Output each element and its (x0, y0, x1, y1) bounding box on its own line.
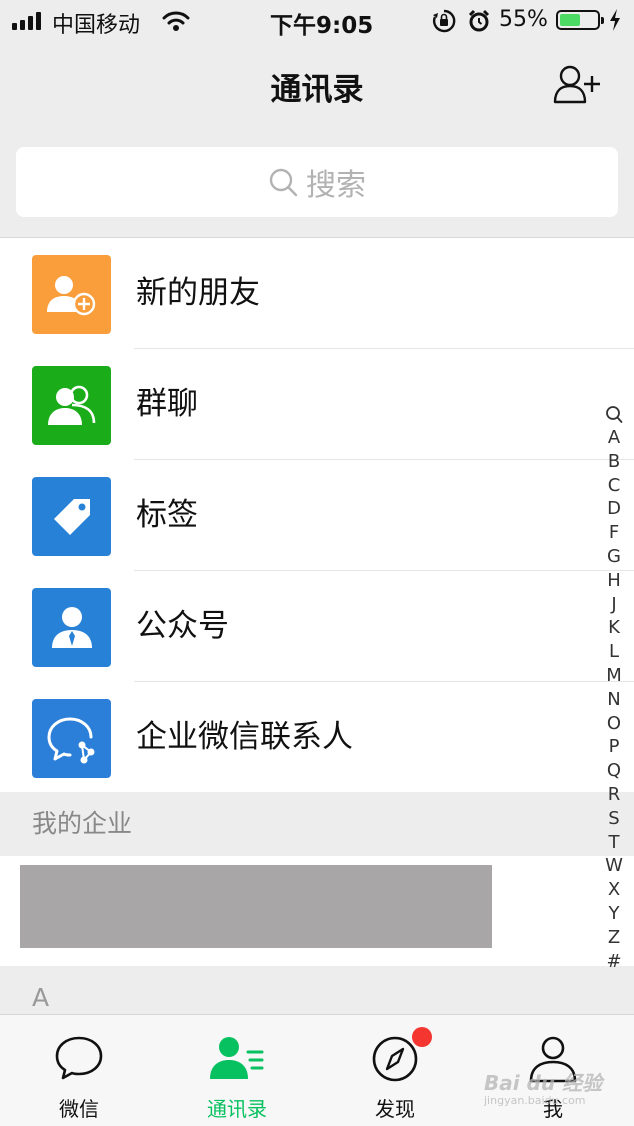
menu-label: 企业微信联系人 (136, 719, 353, 755)
rotation-lock-icon (433, 9, 456, 33)
charging-icon (610, 9, 620, 31)
tag-icon (32, 477, 111, 556)
index-letter[interactable]: L (609, 640, 619, 664)
watermark-text: Bai du 经验 (484, 1071, 603, 1095)
alarm-icon (468, 9, 490, 32)
enterprise-row[interactable] (0, 856, 634, 966)
index-letter[interactable]: P (609, 735, 620, 759)
contacts-menu: 新的朋友 群聊 标签 公众号 企业微信联系人 (0, 237, 634, 793)
index-letter[interactable]: W (605, 854, 623, 878)
index-letter[interactable]: D (607, 497, 621, 521)
wecom-icon (32, 699, 111, 778)
battery-icon (556, 10, 604, 30)
tab-discover[interactable]: 发现 (316, 1015, 474, 1126)
menu-label: 标签 (136, 497, 198, 533)
index-letter[interactable]: G (607, 545, 621, 569)
contacts-icon (210, 1037, 264, 1079)
add-contact-icon[interactable] (552, 64, 602, 104)
alphabet-index[interactable]: A B C D F G H J K L M N O P Q R S T W X Y Z # (600, 404, 628, 973)
index-letter[interactable]: S (608, 807, 619, 831)
index-letter[interactable]: N (607, 688, 620, 712)
signal-icon (12, 12, 41, 30)
new-friends-icon (32, 255, 111, 334)
official-account-icon (32, 588, 111, 667)
tab-chats[interactable]: 微信 (0, 1015, 158, 1126)
index-letter[interactable]: J (611, 593, 616, 617)
menu-item-official-accounts[interactable]: 公众号 (0, 571, 634, 682)
index-letter[interactable]: T (609, 831, 620, 855)
search-icon (269, 168, 298, 197)
menu-label: 公众号 (136, 608, 229, 644)
tab-label: 通讯录 (207, 1097, 267, 1121)
index-letter[interactable]: Z (608, 926, 620, 950)
index-letter[interactable]: M (606, 664, 622, 688)
tab-contacts[interactable]: 通讯录 (158, 1015, 316, 1126)
nav-bar: 通讯录 (0, 42, 634, 126)
chat-bubble-icon (55, 1036, 103, 1080)
menu-item-new-friends[interactable]: 新的朋友 (0, 238, 634, 349)
index-letter[interactable]: # (606, 950, 621, 974)
index-letter[interactable]: Q (607, 759, 621, 783)
index-letter[interactable]: X (608, 878, 620, 902)
menu-item-wecom-contacts[interactable]: 企业微信联系人 (0, 682, 634, 793)
index-search-icon[interactable] (605, 404, 623, 426)
group-chat-icon (32, 366, 111, 445)
page-title: 通讯录 (270, 72, 364, 108)
battery-percent: 55% (499, 7, 548, 32)
index-letter[interactable]: Y (609, 902, 620, 926)
clock: 下午9:05 (270, 13, 374, 39)
index-letter[interactable]: H (607, 569, 621, 593)
index-letter[interactable]: O (607, 712, 621, 736)
tab-label: 微信 (59, 1097, 99, 1121)
wifi-icon (162, 11, 190, 31)
index-letter[interactable]: C (608, 474, 621, 498)
tab-label: 发现 (375, 1097, 415, 1121)
index-letter[interactable]: F (609, 521, 619, 545)
search-placeholder: 搜索 (306, 168, 366, 203)
index-letter[interactable]: B (608, 450, 620, 474)
watermark: Bai du 经验 jingyan.baidu.com (484, 1067, 602, 1107)
status-bar: 中国移动 下午9:05 55% (0, 0, 634, 42)
menu-item-tags[interactable]: 标签 (0, 460, 634, 571)
index-letter[interactable]: R (608, 783, 621, 807)
watermark-url: jingyan.baidu.com (484, 1094, 586, 1107)
menu-label: 群聊 (136, 386, 198, 422)
menu-item-group-chats[interactable]: 群聊 (0, 349, 634, 460)
menu-label: 新的朋友 (136, 275, 260, 311)
index-letter[interactable]: A (608, 426, 620, 450)
section-header-a: A (0, 966, 634, 1014)
redacted-block (20, 865, 492, 948)
compass-icon (372, 1036, 418, 1082)
carrier-name: 中国移动 (52, 13, 141, 38)
section-header-enterprise: 我的企业 (0, 792, 634, 856)
index-letter[interactable]: K (608, 616, 620, 640)
notification-badge (412, 1027, 432, 1047)
search-bar[interactable]: 搜索 (16, 147, 618, 217)
